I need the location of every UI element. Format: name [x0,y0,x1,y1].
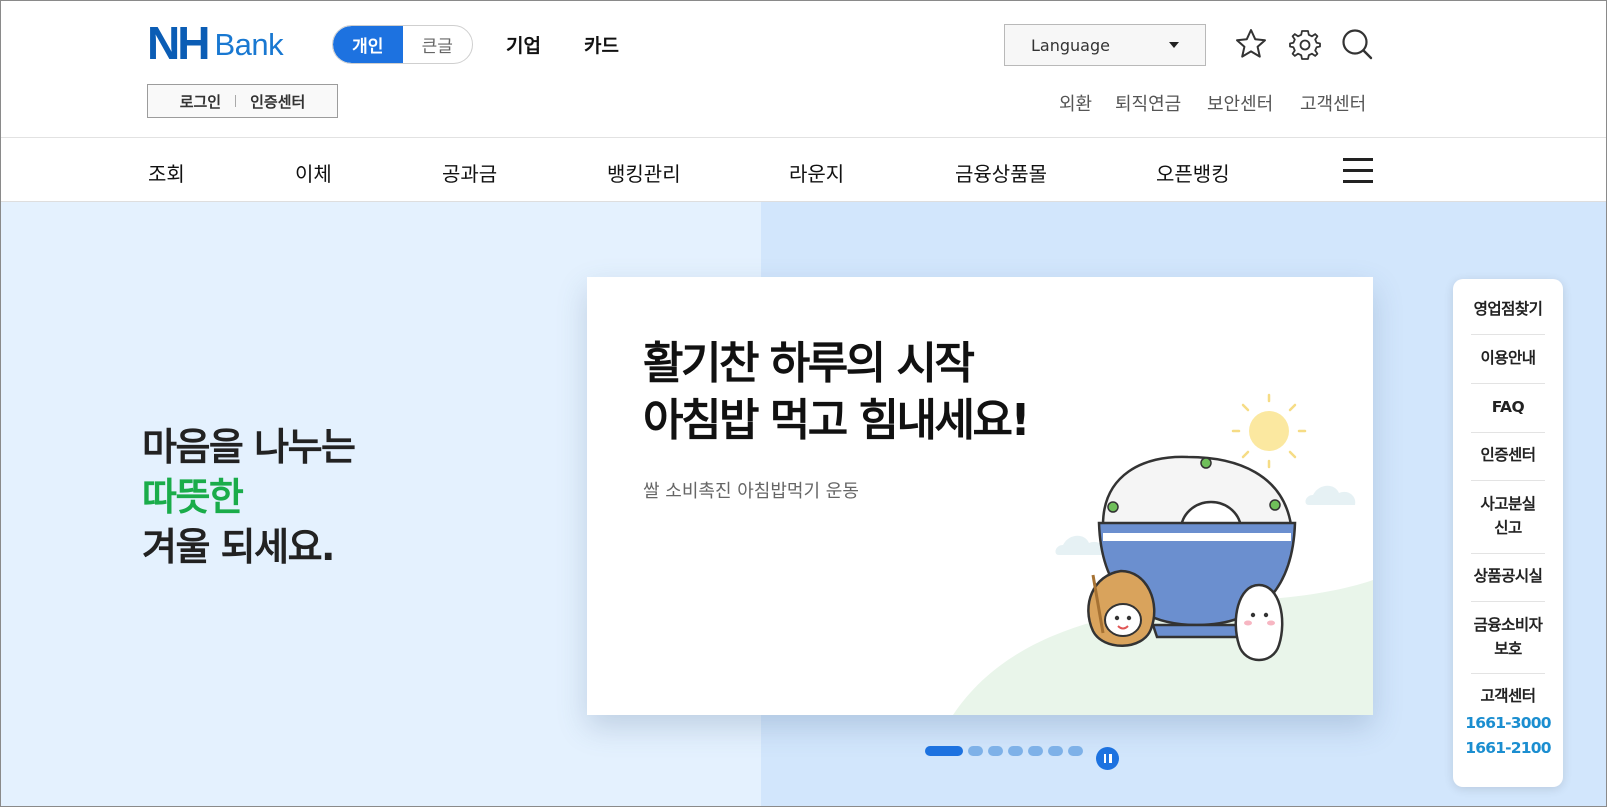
hero-line-2: 따뜻한 [142,475,244,519]
quick-item-branch-finder[interactable]: 영업점찾기 [1470,297,1546,321]
top-link-corporate[interactable]: 기업 [506,31,541,58]
mode-large-text[interactable]: 큰글 [403,26,473,63]
quick-item-loss-report-line-1: 사고분실 [1480,495,1536,513]
quick-divider [1471,601,1545,602]
quick-divider [1471,432,1545,433]
util-link-forex[interactable]: 외환 [1059,90,1092,116]
caret-down-icon [1169,42,1179,48]
nav-item-utility-bills[interactable]: 공과금 [442,158,497,187]
slider-dot[interactable] [925,746,963,756]
nh-bank-logo[interactable]: NH Bank [147,17,284,69]
gear-icon[interactable] [1287,26,1323,62]
quick-item-faq[interactable]: FAQ [1470,395,1546,419]
rice-drop-character [1234,583,1284,662]
slider-dot[interactable] [1008,746,1023,756]
top-link-card[interactable]: 카드 [584,31,619,58]
quick-divider [1471,553,1545,554]
hamburger-icon[interactable] [1343,158,1373,183]
star-icon[interactable] [1233,26,1269,62]
login-box: 로그인 인증센터 [147,84,338,118]
slider-dot[interactable] [988,746,1003,756]
phone-number-2[interactable]: 1661-2100 [1461,736,1555,761]
quick-item-customer-center[interactable]: 고객센터 [1470,684,1546,708]
search-icon[interactable] [1339,26,1375,62]
util-link-customer[interactable]: 고객센터 [1300,90,1366,116]
slider-dot[interactable] [1068,746,1083,756]
nav-item-open-banking[interactable]: 오픈뱅킹 [1156,158,1230,187]
logo-bank: Bank [214,27,284,62]
banner-subtitle: 쌀 소비촉진 아침밥먹기 운동 [643,481,859,502]
nav-item-lounge[interactable]: 라운지 [789,158,844,187]
util-link-security[interactable]: 보안센터 [1207,90,1273,116]
quick-item-consumer-protection-line-1: 금융소비자 [1473,616,1543,634]
quick-item-consumer-protection-line-2: 보호 [1494,640,1522,658]
quick-item-product-disclosure[interactable]: 상품공시실 [1470,564,1546,588]
util-link-pension[interactable]: 퇴직연금 [1115,90,1181,116]
mode-toggle: 개인 큰글 [332,25,473,64]
quick-divider [1471,480,1545,481]
rice-bowl-illustration [953,393,1373,715]
quick-menu: 영업점찾기 이용안내 FAQ 인증센터 사고분실 신고 상품공시실 금융소비자 … [1453,279,1563,787]
quick-item-usage-guide[interactable]: 이용안내 [1470,346,1546,370]
mode-personal[interactable]: 개인 [333,26,403,63]
pause-icon[interactable] [1096,747,1119,770]
logo-nh: NH [147,17,210,69]
quick-item-loss-report-line-2: 신고 [1494,519,1522,537]
grain-character [1087,569,1156,647]
promo-banner[interactable]: 활기찬 하루의 시작 아침밥 먹고 힘내세요! 쌀 소비촉진 아침밥먹기 운동 [587,277,1373,715]
login-link[interactable]: 로그인 [166,91,235,112]
quick-item-loss-report[interactable]: 사고분실 신고 [1470,492,1546,540]
quick-divider [1471,383,1545,384]
slider-dot[interactable] [1048,746,1063,756]
hero-line-1: 마음을 나누는 [142,425,356,469]
language-select[interactable]: Language [1004,24,1206,66]
language-label: Language [1031,35,1110,55]
hero-message: 마음을 나누는 따뜻한 겨울 되세요. [142,422,356,572]
site-header: NH Bank 개인 큰글 기업 카드 로그인 인증센터 Language 외환… [1,1,1606,138]
main-nav: 조회 이체 공과금 뱅킹관리 라운지 금융상품몰 오픈뱅킹 [1,138,1606,202]
browser-viewport: NH Bank 개인 큰글 기업 카드 로그인 인증센터 Language 외환… [0,0,1607,807]
nav-item-inquiry[interactable]: 조회 [148,158,185,187]
phone-number-1[interactable]: 1661-3000 [1461,711,1555,736]
nav-item-transfer[interactable]: 이체 [295,158,332,187]
cert-center-link[interactable]: 인증센터 [236,91,319,112]
nav-item-banking-mgmt[interactable]: 뱅킹관리 [607,158,681,187]
hero-line-3: 겨울 되세요. [142,525,335,569]
quick-divider [1471,334,1545,335]
quick-item-cert-center[interactable]: 인증센터 [1470,443,1546,467]
sun-icon [1231,393,1307,469]
quick-divider [1471,673,1545,674]
slider-pagination [925,746,1088,756]
slider-dot[interactable] [968,746,983,756]
quick-item-consumer-protection[interactable]: 금융소비자 보호 [1470,613,1546,661]
nav-item-product-mall[interactable]: 금융상품몰 [955,158,1047,187]
slider-dot[interactable] [1028,746,1043,756]
